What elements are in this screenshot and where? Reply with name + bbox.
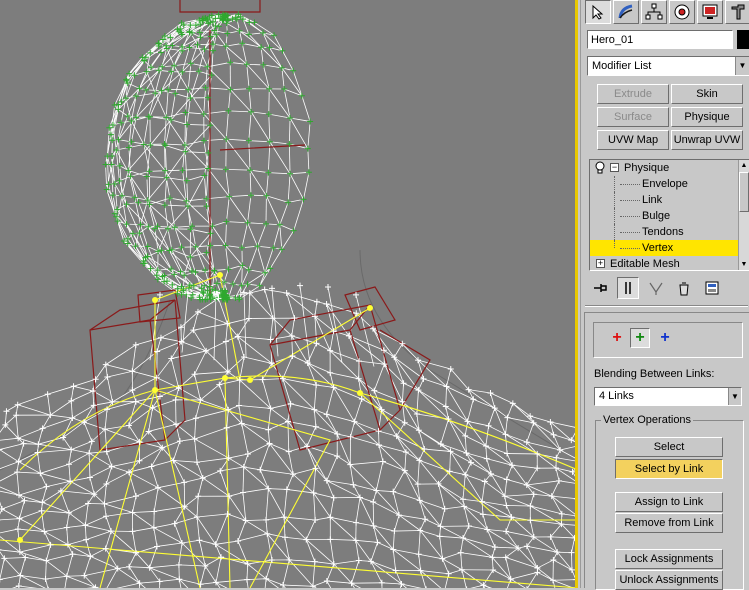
plus-red-icon: +: [612, 329, 621, 347]
plus-green-icon: +: [635, 329, 644, 347]
stack-toolbar: [589, 276, 723, 300]
blending-value: 4 Links: [599, 390, 634, 402]
stack-item-link[interactable]: Link: [590, 192, 739, 208]
extrude-button[interactable]: Extrude: [597, 84, 669, 104]
configure-icon: [704, 280, 720, 296]
scroll-thumb[interactable]: [739, 172, 749, 212]
lock-assignments-button[interactable]: Lock Assignments: [615, 549, 723, 569]
surface-button[interactable]: Surface: [597, 107, 669, 127]
stack-label-link: Link: [642, 192, 662, 208]
make-unique-button[interactable]: [645, 277, 667, 299]
modifier-list-dropdown[interactable]: Modifier List ▼: [587, 56, 749, 76]
create-icon: [589, 3, 607, 21]
select-by-link-button[interactable]: Select by Link: [615, 459, 723, 479]
scroll-down-icon[interactable]: ▼: [739, 259, 749, 270]
object-color-swatch[interactable]: [737, 30, 749, 49]
pin-stack-button[interactable]: [589, 277, 611, 299]
tab-motion[interactable]: [669, 0, 695, 24]
unwrap-uvw-button[interactable]: Unwrap UVW: [671, 130, 743, 150]
show-end-result-button[interactable]: [617, 277, 639, 299]
rollout-border: [585, 312, 749, 313]
blending-label: Blending Between Links:: [594, 368, 714, 380]
tab-hierarchy[interactable]: [641, 0, 667, 24]
physique-button[interactable]: Physique: [671, 107, 743, 127]
trash-icon: [676, 280, 692, 296]
chevron-down-icon[interactable]: ▼: [735, 57, 749, 75]
motion-icon: [673, 3, 691, 21]
blending-dropdown[interactable]: 4 Links ▼: [594, 387, 742, 406]
tab-modify[interactable]: [613, 0, 639, 24]
expand-icon[interactable]: +: [596, 259, 605, 268]
stack-label-vertex: Vertex: [642, 240, 673, 256]
show-end-result-icon: [620, 280, 636, 296]
uvw-map-button[interactable]: UVW Map: [597, 130, 669, 150]
object-name-field[interactable]: Hero_01: [587, 30, 733, 49]
plus-blue-icon: +: [660, 329, 669, 347]
stack-item-tendons[interactable]: Tendons: [590, 224, 739, 240]
rollout-border-left: [584, 312, 585, 588]
stack-label-editable-mesh: Editable Mesh: [610, 256, 680, 271]
select-button[interactable]: Select: [615, 437, 723, 457]
perspective-viewport[interactable]: [0, 0, 578, 588]
active-viewport-border: [575, 0, 578, 588]
stack-item-editable-mesh[interactable]: + Editable Mesh: [590, 256, 739, 271]
display-icon: [701, 3, 719, 21]
blue-vertex-type-button[interactable]: +: [655, 328, 675, 348]
wireframe-mesh: [0, 14, 578, 588]
tab-display[interactable]: [697, 0, 723, 24]
stack-label-tendons: Tendons: [642, 224, 684, 240]
stack-scrollbar[interactable]: ▲ ▼: [738, 160, 749, 270]
configure-modifier-sets-button[interactable]: [701, 277, 723, 299]
unlock-assignments-button[interactable]: Unlock Assignments: [615, 570, 723, 590]
remove-from-link-button[interactable]: Remove from Link: [615, 513, 723, 533]
green-vertex-type-button[interactable]: +: [630, 328, 650, 348]
separator: [585, 305, 748, 307]
scroll-up-icon[interactable]: ▲: [739, 160, 749, 171]
modifier-stack[interactable]: − Physique Envelope Link Bulge Tendons V…: [589, 159, 749, 271]
remove-modifier-button[interactable]: [673, 277, 695, 299]
stack-item-bulge[interactable]: Bulge: [590, 208, 739, 224]
pin-icon: [592, 280, 608, 296]
vertex-operations-title: Vertex Operations: [601, 414, 693, 426]
stack-label-physique: Physique: [624, 160, 669, 176]
utilities-icon: [729, 3, 747, 21]
modifier-list-label: Modifier List: [592, 60, 651, 72]
tab-utilities[interactable]: [725, 0, 749, 24]
stack-item-envelope[interactable]: Envelope: [590, 176, 739, 192]
command-panel-tabs: [585, 0, 749, 24]
stack-item-vertex[interactable]: Vertex: [590, 240, 739, 256]
hierarchy-icon: [645, 3, 663, 21]
assign-to-link-button[interactable]: Assign to Link: [615, 492, 723, 512]
stack-label-envelope: Envelope: [642, 176, 688, 192]
command-panel: Hero_01 Modifier List ▼ Extrude Skin Sur…: [580, 0, 749, 588]
stack-label-bulge: Bulge: [642, 208, 670, 224]
chevron-down-icon[interactable]: ▼: [728, 388, 741, 405]
skin-button[interactable]: Skin: [671, 84, 743, 104]
viewport-canvas[interactable]: [0, 0, 578, 588]
red-vertex-type-button[interactable]: +: [607, 328, 627, 348]
collapse-icon[interactable]: −: [610, 163, 619, 172]
tab-create[interactable]: [585, 0, 611, 24]
body-silhouette: [0, 250, 578, 470]
stack-item-physique[interactable]: − Physique: [590, 160, 739, 176]
modify-icon: [617, 3, 635, 21]
make-unique-icon: [648, 280, 664, 296]
